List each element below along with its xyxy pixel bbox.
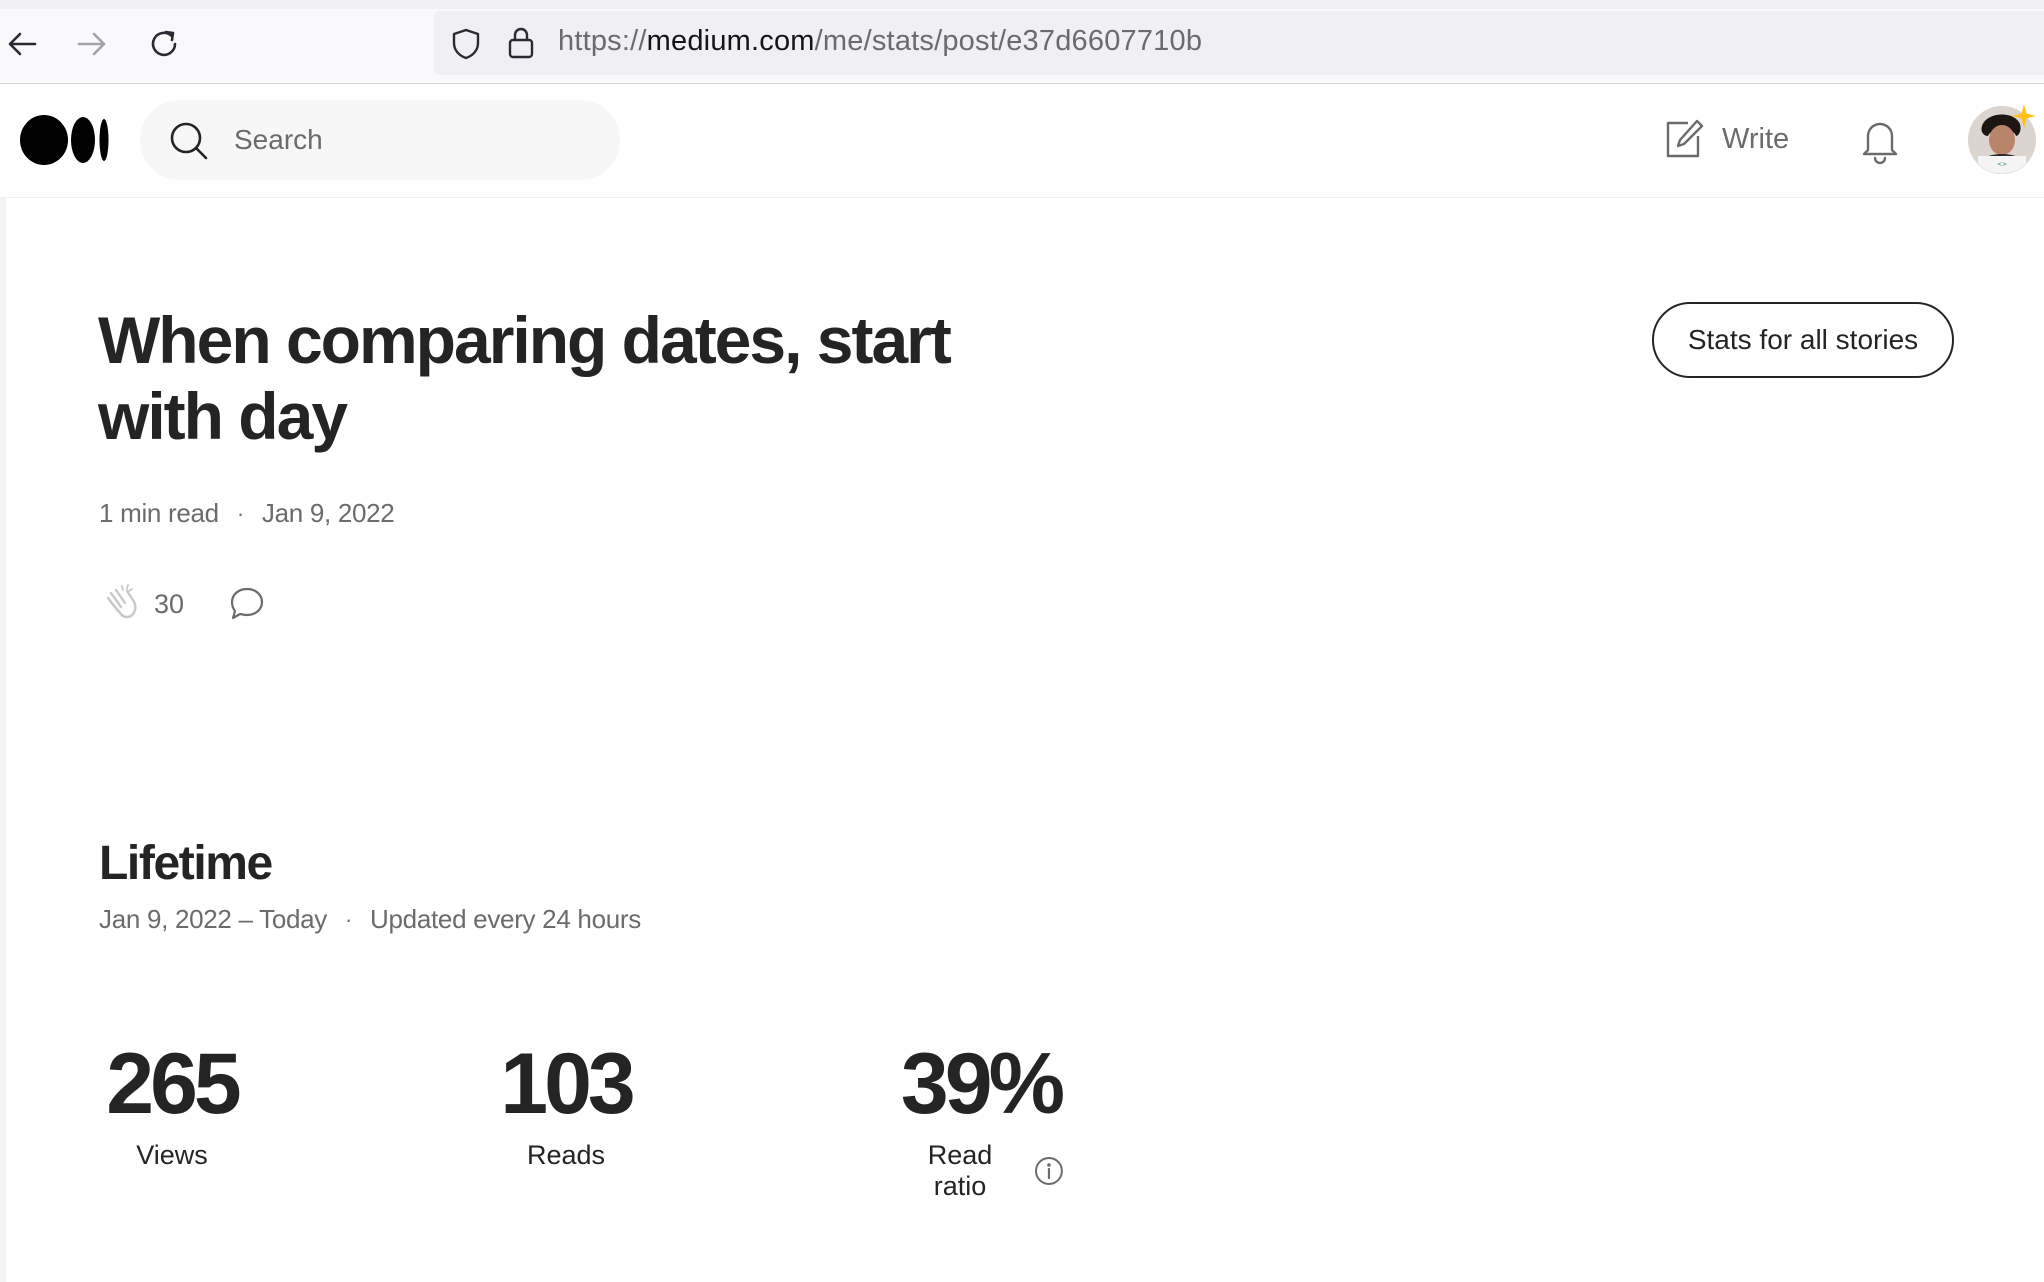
medium-logo[interactable] — [20, 114, 110, 166]
url-path: /me/stats/post/e37d6607710b — [814, 25, 1203, 57]
comment-icon[interactable] — [228, 585, 266, 623]
write-label: Write — [1722, 122, 1790, 155]
stat-read-ratio: 39% Read ratio — [898, 1036, 1065, 1202]
forward-button[interactable] — [70, 22, 114, 66]
search-box[interactable] — [140, 100, 620, 180]
tab-strip — [0, 0, 2044, 9]
reload-icon — [151, 30, 177, 57]
views-value: 265 — [106, 1036, 242, 1132]
stat-views: 265 Views — [98, 1036, 246, 1171]
arrow-right-icon — [77, 32, 106, 56]
star-icon — [2012, 104, 2036, 128]
stats-for-all-stories-button[interactable]: Stats for all stories — [1652, 302, 1954, 378]
left-edge — [0, 198, 6, 1282]
read-ratio-label: Read ratio — [927, 1140, 993, 1201]
reads-value: 103 — [500, 1036, 636, 1132]
reactions-bar: 30 — [102, 584, 266, 624]
story-title: When comparing dates, start with day — [98, 303, 952, 453]
views-label: Views — [136, 1140, 208, 1170]
shield-icon[interactable] — [450, 27, 482, 61]
lifetime-heading: Lifetime — [99, 837, 273, 890]
lifetime-separator: · — [345, 906, 353, 932]
bell-icon[interactable] — [1858, 116, 1902, 164]
reload-button[interactable] — [142, 22, 186, 66]
browser-toolbar: https://medium.com/me/stats/post/e37d660… — [0, 0, 2044, 84]
story-meta: 1 min read · Jan 9, 2022 — [99, 498, 395, 529]
url-text[interactable]: https://medium.com/me/stats/post/e37d660… — [558, 25, 1202, 58]
publish-date: Jan 9, 2022 — [261, 498, 395, 528]
write-button[interactable]: Write — [1664, 114, 1789, 164]
arrow-left-icon — [8, 32, 37, 56]
info-icon[interactable] — [1034, 1156, 1064, 1186]
search-input[interactable] — [234, 118, 594, 162]
svg-text:<>: <> — [1997, 161, 2007, 168]
clap-count: 30 — [154, 588, 185, 619]
write-icon — [1666, 119, 1704, 158]
read-ratio-value: 39% — [900, 1036, 1065, 1132]
clap-icon[interactable] — [102, 584, 142, 624]
url-scheme: https:// — [558, 25, 647, 57]
url-host: medium.com — [646, 25, 815, 57]
site-header: Write <> — [0, 84, 2044, 198]
back-button[interactable] — [0, 22, 44, 66]
address-bar[interactable]: https://medium.com/me/stats/post/e37d660… — [434, 11, 2044, 75]
search-icon — [170, 122, 208, 160]
read-time: 1 min read — [99, 498, 219, 528]
stat-reads: 103 Reads — [496, 1036, 636, 1171]
lifetime-subtitle: Jan 9, 2022 – Today · Updated every 24 h… — [99, 904, 641, 935]
stats-page: When comparing dates, start with day 1 m… — [0, 198, 2044, 1282]
reads-label: Reads — [526, 1140, 606, 1170]
update-note: Updated every 24 hours — [370, 904, 641, 934]
meta-separator: · — [236, 500, 244, 526]
lifetime-range: Jan 9, 2022 – Today — [99, 904, 328, 934]
lock-icon[interactable] — [506, 26, 536, 60]
